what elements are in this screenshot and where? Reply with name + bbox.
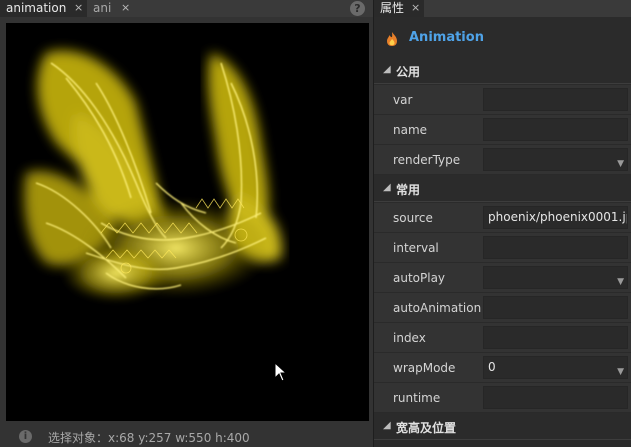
prop-row-autoanimation: autoAnimation (374, 293, 631, 323)
section-collapse-arrow-icon: ◢ (383, 420, 391, 431)
component-header: Animation (374, 28, 631, 50)
tab-properties-close-icon[interactable]: × (411, 0, 420, 16)
prop-row-name: name (374, 115, 631, 145)
prop-label-interval: interval (393, 241, 439, 255)
prop-label-runtime: runtime (393, 391, 441, 405)
tab-ani[interactable]: ani × (87, 0, 135, 17)
prop-row-wrapmode: wrapMode 0 ▼ (374, 353, 631, 383)
prop-row-source: source phoenix/phoenix0001.jpg (374, 203, 631, 233)
dropdown-arrow-icon: ▼ (617, 159, 624, 169)
tab-ani-close-icon[interactable]: × (121, 0, 130, 16)
wrapmode-value: 0 (488, 360, 496, 374)
rendertype-select[interactable]: ▼ (483, 148, 628, 171)
status-bar: i 选择对象：x:68 y:257 w:550 h:400 (0, 426, 373, 447)
runtime-input[interactable] (483, 386, 628, 409)
section-size-position-label: 宽高及位置 (396, 421, 457, 435)
prop-label-var: var (393, 93, 413, 107)
editor-tab-bar: animation × ani × ? (0, 0, 373, 17)
tab-ani-label: ani (93, 1, 112, 15)
prop-label-index: index (393, 331, 426, 345)
dropdown-arrow-icon: ▼ (617, 277, 624, 287)
autoanimation-input[interactable] (483, 296, 628, 319)
prop-row-var: var (374, 85, 631, 115)
tab-animation-close-icon[interactable]: × (74, 0, 83, 16)
properties-tab-bar: 属性 × (374, 0, 631, 17)
prop-row-autoplay: autoPlay ▼ (374, 263, 631, 293)
section-common-label: 公用 (396, 65, 421, 79)
section-collapse-arrow-icon: ◢ (383, 182, 391, 193)
flame-icon (387, 32, 397, 46)
section-common-header[interactable]: ◢ 公用 (374, 58, 631, 84)
selection-status-text: 选择对象：x:68 y:257 w:550 h:400 (48, 431, 250, 445)
prop-label-rendertype: renderType (393, 153, 461, 167)
tab-properties-label: 属性 (380, 1, 405, 15)
editor-pane: animation × ani × ? i 选择对象：x:68 y:257 w:… (0, 0, 373, 447)
tab-animation-label: animation (6, 1, 67, 15)
component-title: Animation (409, 30, 484, 45)
help-icon[interactable]: ? (350, 1, 365, 16)
section-frequent-header[interactable]: ◢ 常用 (374, 176, 631, 202)
phoenix-artwork (24, 50, 282, 303)
source-input[interactable]: phoenix/phoenix0001.jpg (483, 206, 628, 229)
prop-label-source: source (393, 211, 433, 225)
tab-animation[interactable]: animation × (0, 0, 87, 17)
var-input[interactable] (483, 88, 628, 111)
scene-canvas[interactable] (6, 23, 369, 421)
prop-row-index: index (374, 323, 631, 353)
prop-row-interval: interval (374, 233, 631, 263)
autoplay-select[interactable]: ▼ (483, 266, 628, 289)
prop-label-autoanimation: autoAnimation (393, 301, 482, 315)
section-collapse-arrow-icon: ◢ (383, 64, 391, 75)
prop-label-name: name (393, 123, 428, 137)
mouse-cursor-icon (274, 362, 288, 382)
prop-label-wrapmode: wrapMode (393, 361, 456, 375)
tab-properties[interactable]: 属性 × (374, 0, 424, 17)
interval-input[interactable] (483, 236, 628, 259)
prop-row-runtime: runtime (374, 383, 631, 413)
section-size-position-header[interactable]: ◢ 宽高及位置 (374, 414, 631, 440)
info-icon: i (19, 430, 32, 443)
properties-pane: 属性 × Animation ◢ 公用 var name renderType … (373, 0, 631, 447)
name-input[interactable] (483, 118, 628, 141)
prop-label-autoplay: autoPlay (393, 271, 446, 285)
index-input[interactable] (483, 326, 628, 349)
prop-row-rendertype: renderType ▼ (374, 145, 631, 175)
section-frequent-label: 常用 (396, 183, 421, 197)
wrapmode-select[interactable]: 0 ▼ (483, 356, 628, 379)
dropdown-arrow-icon: ▼ (617, 367, 624, 377)
